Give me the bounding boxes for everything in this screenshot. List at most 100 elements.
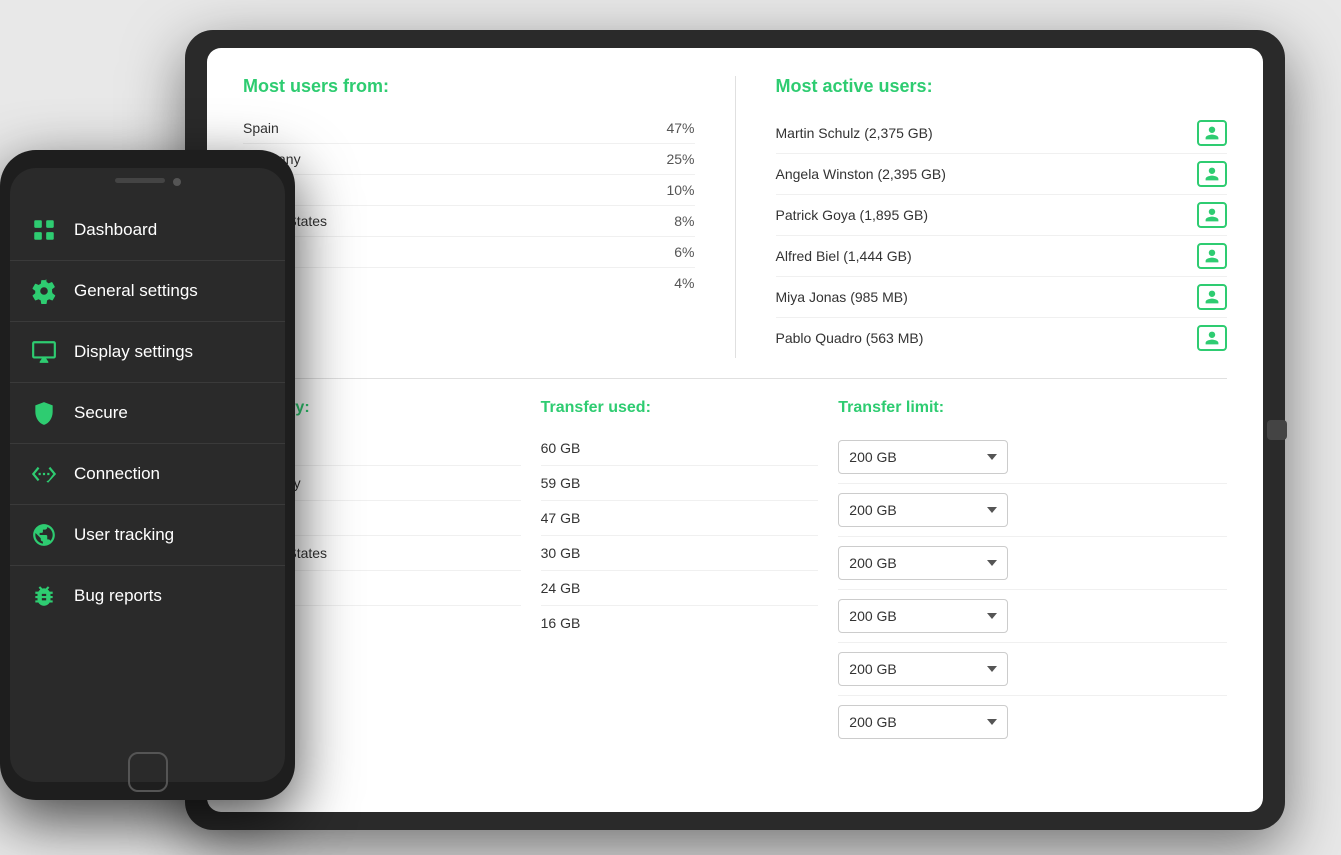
- country-name: Spain: [243, 120, 279, 136]
- phone-home-button[interactable]: [128, 752, 168, 792]
- dashboard-icon: [30, 216, 58, 244]
- most-active-title: Most active users:: [776, 76, 1228, 97]
- user-name: Martin Schulz (2,375 GB): [776, 125, 933, 141]
- bug-icon: [30, 582, 58, 610]
- top-section: Most users from: Spain 47% Germany25%Polan…: [243, 76, 1227, 379]
- tablet-home-button[interactable]: [1267, 420, 1287, 440]
- tablet-content: Most users from: Spain 47% Germany25%Polan…: [207, 48, 1263, 776]
- transfer-limit-select[interactable]: 200 GB: [838, 652, 1008, 686]
- country-pct: 47%: [666, 120, 694, 136]
- user-profile-button[interactable]: [1197, 284, 1227, 310]
- country-row: Spain 47%: [243, 113, 695, 144]
- sidebar-item-dashboard[interactable]: Dashboard: [10, 200, 285, 261]
- user-name: Pablo Quadro (563 MB): [776, 330, 924, 346]
- sidebar-item-general-settings[interactable]: General settings: [10, 261, 285, 322]
- user-profile-button[interactable]: [1197, 161, 1227, 187]
- nav-label: Secure: [74, 403, 128, 423]
- phone-top-bar: [10, 168, 285, 192]
- gear-icon: [30, 277, 58, 305]
- country-pct: 10%: [666, 182, 694, 198]
- most-users-title: Most users from:: [243, 76, 695, 97]
- sidebar-item-user-tracking[interactable]: User tracking: [10, 505, 285, 566]
- transfer-used-row: 16 GB: [541, 606, 819, 640]
- transfer-used-row: 30 GB: [541, 536, 819, 571]
- nav-menu: Dashboard General settings Display setti…: [10, 192, 285, 782]
- country-row: Poland10%: [243, 175, 695, 206]
- user-name: Angela Winston (2,395 GB): [776, 166, 946, 182]
- user-icon: [1204, 207, 1220, 223]
- transfer-used: 60 GB: [541, 440, 581, 456]
- transfer-limit-row: 200 GB: [838, 643, 1227, 696]
- connection-icon: [30, 460, 58, 488]
- tablet: Most users from: Spain 47% Germany25%Polan…: [185, 30, 1285, 830]
- user-profile-button[interactable]: [1197, 325, 1227, 351]
- nav-label: User tracking: [74, 525, 174, 545]
- country-row: Germany25%: [243, 144, 695, 175]
- most-active-panel: Most active users: Martin Schulz (2,375 …: [736, 76, 1228, 358]
- transfer-used-header: Transfer used:: [541, 399, 819, 417]
- user-profile-button[interactable]: [1197, 202, 1227, 228]
- transfer-used-row: 24 GB: [541, 571, 819, 606]
- transfer-limit-row: 200 GB: [838, 431, 1227, 484]
- globe-icon: [30, 521, 58, 549]
- user-icon: [1204, 289, 1220, 305]
- transfer-used-row: 60 GB: [541, 431, 819, 466]
- most-users-panel: Most users from: Spain 47% Germany25%Polan…: [243, 76, 736, 358]
- phone-camera: [173, 178, 181, 186]
- transfer-used-rows: 60 GB 59 GB 47 GB 30 GB 24 GB 16 GB: [541, 431, 819, 640]
- country-rows: Spain 47% Germany25%Poland10%United States…: [243, 113, 695, 298]
- user-profile-button[interactable]: [1197, 243, 1227, 269]
- nav-label: Dashboard: [74, 220, 157, 240]
- country-pct: 25%: [666, 151, 694, 167]
- transfer-used-row: 59 GB: [541, 466, 819, 501]
- user-name: Alfred Biel (1,444 GB): [776, 248, 912, 264]
- sidebar-item-bug-reports[interactable]: Bug reports: [10, 566, 285, 626]
- transfer-used: 47 GB: [541, 510, 581, 526]
- transfer-used: 30 GB: [541, 545, 581, 561]
- transfer-limit-row: 200 GB: [838, 484, 1227, 537]
- tablet-screen: Most users from: Spain 47% Germany25%Polan…: [207, 48, 1263, 812]
- nav-label: Bug reports: [74, 586, 162, 606]
- user-icon: [1204, 125, 1220, 141]
- country-row: Portugal4%: [243, 268, 695, 298]
- user-name: Patrick Goya (1,895 GB): [776, 207, 929, 223]
- phone-screen: Dashboard General settings Display setti…: [10, 168, 285, 782]
- transfer-used-col: Transfer used: 60 GB 59 GB 47 GB 30 GB 24 GB…: [521, 399, 819, 748]
- phone-speaker: [115, 178, 165, 183]
- nav-label: Display settings: [74, 342, 193, 362]
- transfer-used: 59 GB: [541, 475, 581, 491]
- country-row: France6%: [243, 237, 695, 268]
- user-icon: [1204, 330, 1220, 346]
- transfer-limit-select[interactable]: 200 GB: [838, 705, 1008, 739]
- active-user-row: Patrick Goya (1,895 GB): [776, 195, 1228, 236]
- user-name: Miya Jonas (985 MB): [776, 289, 908, 305]
- transfer-limit-select[interactable]: 200 GB: [838, 599, 1008, 633]
- transfer-used-row: 47 GB: [541, 501, 819, 536]
- transfer-used: 24 GB: [541, 580, 581, 596]
- sidebar-item-secure[interactable]: Secure: [10, 383, 285, 444]
- transfer-limit-row: 200 GB: [838, 696, 1227, 748]
- nav-label: General settings: [74, 281, 198, 301]
- country-row: United States8%: [243, 206, 695, 237]
- monitor-icon: [30, 338, 58, 366]
- user-icon: [1204, 166, 1220, 182]
- user-profile-button[interactable]: [1197, 120, 1227, 146]
- sidebar-item-display-settings[interactable]: Display settings: [10, 322, 285, 383]
- transfer-limit-col: Transfer limit: 200 GB200 GB200 GB200 GB…: [818, 399, 1227, 748]
- transfer-section: Country: SpainGermanyPolandUnited States…: [243, 399, 1227, 748]
- transfer-limit-row: 200 GB: [838, 537, 1227, 590]
- transfer-limit-select[interactable]: 200 GB: [838, 493, 1008, 527]
- transfer-limit-rows: 200 GB 200 GB 200 GB 200 GB 200 GB 200 GB: [838, 431, 1227, 748]
- transfer-limit-select[interactable]: 200 GB: [838, 440, 1008, 474]
- shield-icon: [30, 399, 58, 427]
- transfer-limit-select[interactable]: 200 GB: [838, 546, 1008, 580]
- user-icon: [1204, 248, 1220, 264]
- country-pct: 6%: [674, 244, 694, 260]
- active-user-row: Alfred Biel (1,444 GB): [776, 236, 1228, 277]
- active-user-row: Pablo Quadro (563 MB): [776, 318, 1228, 358]
- sidebar-item-connection[interactable]: Connection: [10, 444, 285, 505]
- phone: Dashboard General settings Display setti…: [0, 150, 295, 800]
- active-users: Martin Schulz (2,375 GB) Angela Winston …: [776, 113, 1228, 358]
- country-pct: 4%: [674, 275, 694, 291]
- transfer-used: 16 GB: [541, 615, 581, 631]
